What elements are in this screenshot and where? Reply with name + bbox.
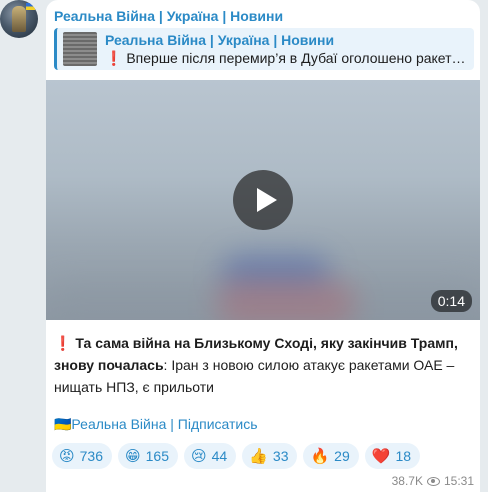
reply-thumbnail	[63, 32, 97, 66]
reaction-count: 18	[395, 448, 412, 464]
reaction-angry[interactable]: 😡 736	[52, 443, 112, 469]
channel-avatar[interactable]	[0, 0, 38, 38]
message-time: 15:31	[443, 474, 474, 488]
reply-text: ❗ Вперше після перемир’я в Дубаї оголоше…	[105, 50, 469, 66]
reactions-bar: 😡 736 😁 165 😢 44 👍 33 🔥 29 ❤️ 18	[52, 443, 421, 469]
avatar-flag-icon	[26, 3, 35, 10]
heart-icon: ❤️	[371, 446, 391, 465]
reply-title: Реальна Війна | Україна | Новини	[105, 32, 335, 48]
reaction-heart[interactable]: ❤️ 18	[364, 443, 421, 469]
view-count: 38.7K	[391, 474, 423, 488]
grinning-face-icon: 😁	[125, 446, 141, 465]
reaction-count: 33	[272, 448, 289, 464]
channel-name[interactable]: Реальна Війна | Україна | Новини	[54, 8, 283, 24]
reaction-grin[interactable]: 😁 165	[118, 443, 178, 469]
message-meta: 38.7K 15:31	[392, 474, 474, 488]
crying-face-icon: 😢	[191, 446, 207, 465]
message-text: ❗ Та сама війна на Близькому Сході, яку …	[54, 332, 470, 398]
angry-face-icon: 😡	[59, 446, 75, 465]
reaction-count: 44	[211, 448, 228, 464]
subscribe-link[interactable]: 🇺🇦Реальна Війна | Підписатись	[54, 416, 258, 433]
reaction-thumbs-up[interactable]: 👍 33	[242, 443, 298, 469]
video-player[interactable]: 0:14	[46, 80, 480, 320]
message-bubble: Реальна Війна | Україна | Новини Реальна…	[46, 0, 480, 492]
eye-icon	[426, 476, 440, 486]
avatar-figure	[12, 6, 26, 32]
video-blur-shape	[46, 280, 480, 320]
video-duration: 0:14	[430, 290, 472, 312]
reply-preview[interactable]: Реальна Війна | Україна | Новини ❗ Вперш…	[54, 28, 474, 70]
fire-icon: 🔥	[310, 446, 330, 465]
reaction-fire[interactable]: 🔥 29	[303, 443, 359, 469]
thumbs-up-icon: 👍	[249, 446, 268, 465]
reaction-count: 165	[145, 448, 169, 464]
play-button[interactable]	[233, 170, 293, 230]
reaction-count: 736	[79, 448, 103, 464]
reaction-cry[interactable]: 😢 44	[184, 443, 237, 469]
reaction-count: 29	[334, 448, 350, 464]
